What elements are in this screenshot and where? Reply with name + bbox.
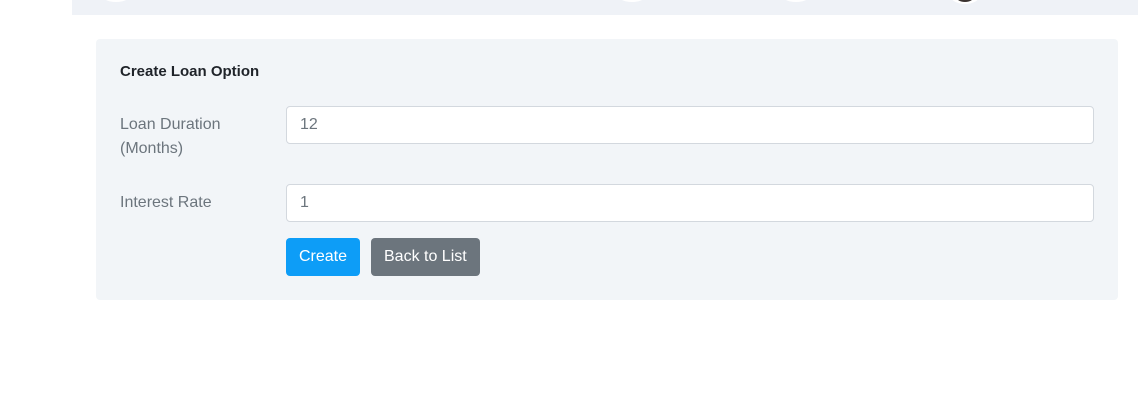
notification-icon[interactable] bbox=[616, 0, 648, 2]
back-to-list-button[interactable]: Back to List bbox=[371, 238, 480, 276]
interest-rate-input[interactable] bbox=[286, 184, 1094, 222]
card-title: Create Loan Option bbox=[120, 63, 260, 80]
loan-duration-label: Loan Duration (Months) bbox=[120, 113, 270, 161]
loan-duration-input[interactable] bbox=[286, 106, 1094, 144]
top-navbar bbox=[72, 0, 1138, 15]
menu-icon[interactable] bbox=[100, 0, 132, 2]
interest-rate-label: Interest Rate bbox=[120, 194, 212, 211]
create-loan-option-card: Create Loan Option Loan Duration (Months… bbox=[96, 39, 1118, 300]
loan-duration-label-line2: (Months) bbox=[120, 140, 184, 157]
loan-duration-label-line1: Loan Duration bbox=[120, 116, 221, 133]
user-avatar[interactable] bbox=[950, 0, 980, 4]
message-icon[interactable] bbox=[780, 0, 812, 2]
create-button[interactable]: Create bbox=[286, 238, 361, 276]
